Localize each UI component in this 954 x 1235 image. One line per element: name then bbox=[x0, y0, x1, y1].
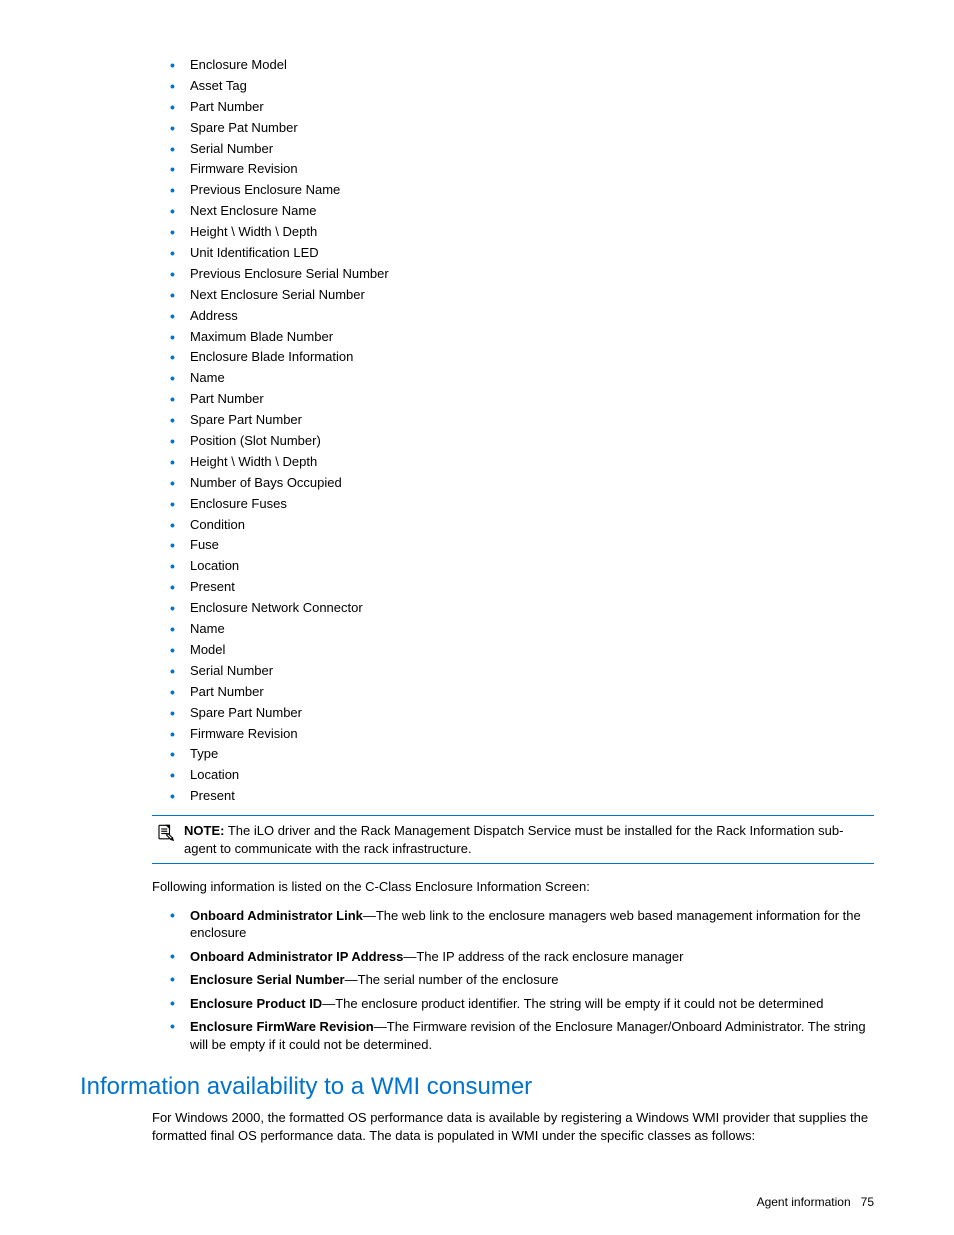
footer-section: Agent information bbox=[757, 1195, 851, 1209]
list-item: Part Number bbox=[170, 97, 874, 118]
footer-page-number: 75 bbox=[861, 1195, 874, 1209]
list-item: Address bbox=[170, 306, 874, 327]
page-content: Enclosure ModelAsset TagPart NumberSpare… bbox=[0, 0, 954, 1235]
list-item: Spare Part Number bbox=[170, 410, 874, 431]
list-item: Part Number bbox=[170, 682, 874, 703]
note-block: NOTE: The iLO driver and the Rack Manage… bbox=[152, 815, 874, 864]
definition-desc: —The IP address of the rack enclosure ma… bbox=[403, 949, 683, 964]
definition-list: Onboard Administrator Link—The web link … bbox=[80, 904, 874, 1057]
body-paragraph: For Windows 2000, the formatted OS perfo… bbox=[152, 1109, 874, 1145]
definition-term: Onboard Administrator Link bbox=[190, 908, 363, 923]
list-item: Name bbox=[170, 619, 874, 640]
note-body: The iLO driver and the Rack Management D… bbox=[184, 823, 843, 856]
list-item: Fuse bbox=[170, 535, 874, 556]
list-item: Enclosure Product ID—The enclosure produ… bbox=[170, 992, 874, 1016]
list-item: Enclosure Serial Number—The serial numbe… bbox=[170, 968, 874, 992]
list-item: Onboard Administrator IP Address—The IP … bbox=[170, 945, 874, 969]
list-item: Serial Number bbox=[170, 661, 874, 682]
list-item: Type bbox=[170, 744, 874, 765]
list-item: Spare Pat Number bbox=[170, 118, 874, 139]
list-item: Previous Enclosure Serial Number bbox=[170, 264, 874, 285]
list-item: Location bbox=[170, 765, 874, 786]
list-item: Enclosure Network Connector bbox=[170, 598, 874, 619]
definition-term: Onboard Administrator IP Address bbox=[190, 949, 403, 964]
list-item: Condition bbox=[170, 515, 874, 536]
list-item: Asset Tag bbox=[170, 76, 874, 97]
list-item: Name bbox=[170, 368, 874, 389]
list-item: Position (Slot Number) bbox=[170, 431, 874, 452]
note-text: NOTE: The iLO driver and the Rack Manage… bbox=[184, 822, 870, 857]
list-item: Maximum Blade Number bbox=[170, 327, 874, 348]
list-item: Enclosure Model bbox=[170, 55, 874, 76]
list-item: Onboard Administrator Link—The web link … bbox=[170, 904, 874, 945]
list-item: Next Enclosure Name bbox=[170, 201, 874, 222]
list-item: Present bbox=[170, 786, 874, 807]
definition-desc: —The serial number of the enclosure bbox=[345, 972, 559, 987]
list-item: Present bbox=[170, 577, 874, 598]
list-item: Height \ Width \ Depth bbox=[170, 452, 874, 473]
list-item: Height \ Width \ Depth bbox=[170, 222, 874, 243]
lead-paragraph: Following information is listed on the C… bbox=[152, 878, 874, 896]
list-item: Previous Enclosure Name bbox=[170, 180, 874, 201]
list-item: Part Number bbox=[170, 389, 874, 410]
list-item: Location bbox=[170, 556, 874, 577]
property-list: Enclosure ModelAsset TagPart NumberSpare… bbox=[80, 55, 874, 807]
definition-term: Enclosure Serial Number bbox=[190, 972, 345, 987]
page-footer: Agent information 75 bbox=[757, 1195, 874, 1209]
list-item: Enclosure Blade Information bbox=[170, 347, 874, 368]
list-item: Serial Number bbox=[170, 139, 874, 160]
list-item: Enclosure FirmWare Revision—The Firmware… bbox=[170, 1015, 874, 1056]
list-item: Next Enclosure Serial Number bbox=[170, 285, 874, 306]
definition-term: Enclosure Product ID bbox=[190, 996, 322, 1011]
list-item: Enclosure Fuses bbox=[170, 494, 874, 515]
note-label: NOTE: bbox=[184, 823, 224, 838]
list-item: Firmware Revision bbox=[170, 724, 874, 745]
definition-desc: —The enclosure product identifier. The s… bbox=[322, 996, 823, 1011]
list-item: Spare Part Number bbox=[170, 703, 874, 724]
list-item: Unit Identification LED bbox=[170, 243, 874, 264]
section-heading: Information availability to a WMI consum… bbox=[80, 1073, 874, 1101]
definition-term: Enclosure FirmWare Revision bbox=[190, 1019, 374, 1034]
list-item: Firmware Revision bbox=[170, 159, 874, 180]
list-item: Number of Bays Occupied bbox=[170, 473, 874, 494]
list-item: Model bbox=[170, 640, 874, 661]
note-icon bbox=[156, 823, 178, 857]
